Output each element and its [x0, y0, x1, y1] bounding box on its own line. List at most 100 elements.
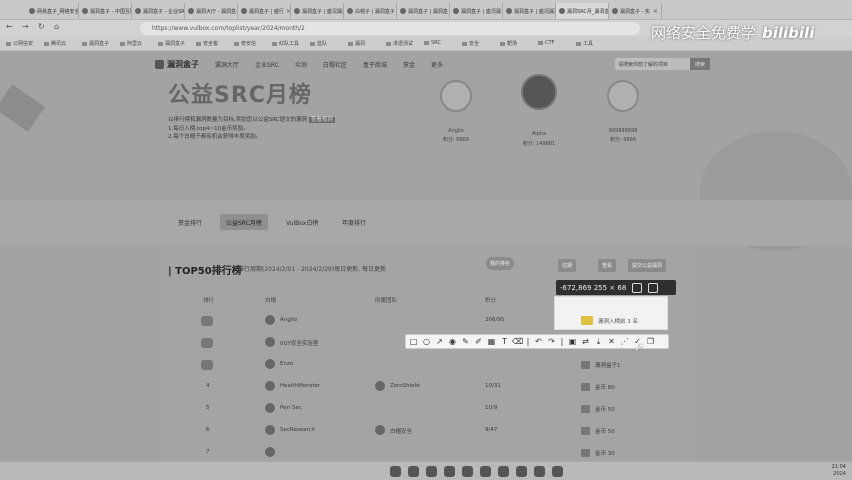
view-button[interactable]: 查看	[598, 259, 617, 272]
avatar[interactable]	[265, 447, 275, 457]
table-row[interactable]: 5 Peri Sec 10/9 金币 50	[195, 398, 685, 420]
text-app-icon[interactable]	[534, 466, 545, 477]
rank-2-avatar[interactable]	[440, 80, 472, 112]
bookmark-item[interactable]: 漏洞	[348, 40, 365, 47]
nav-item[interactable]: 众测	[295, 60, 307, 69]
app-icon[interactable]	[498, 466, 509, 477]
app-icon[interactable]	[480, 466, 491, 477]
tab-annual-rank[interactable]: 年度排行	[336, 214, 372, 230]
table-row[interactable]: 4 HealthMonster ZeroShield 10/31 金币 80	[195, 376, 685, 398]
marker-tool-icon[interactable]: ✐	[473, 336, 484, 347]
bookmark-item[interactable]: 奇安信	[234, 40, 256, 47]
reload-icon[interactable]: ↻	[38, 22, 45, 31]
nav-item[interactable]: 企业SRC	[255, 60, 279, 69]
browser-tab[interactable]: 漏洞盒子 | 盛况漏洞×	[503, 3, 556, 19]
start-icon[interactable]	[390, 466, 401, 477]
bookmark-item[interactable]: 腾讯云	[44, 40, 66, 47]
arrow-tool-icon[interactable]: ↗	[434, 336, 445, 347]
browser-tab[interactable]: 漏洞盒子 | 漏洞盒×	[397, 3, 450, 19]
my-rank-button[interactable]: 我的排名	[486, 257, 515, 270]
mosaic-tool-icon[interactable]: ▦	[486, 336, 497, 347]
hacker-name[interactable]: 0UY安全实验室	[280, 339, 318, 347]
bookmark-item[interactable]: 安全	[462, 40, 479, 47]
bookmark-item[interactable]: 靶场	[500, 40, 517, 47]
browser-tab[interactable]: 漏洞SRC月_漏洞盒×	[556, 3, 609, 19]
tab-vulbox-white[interactable]: VulBox白榜	[280, 214, 324, 230]
avatar[interactable]	[265, 425, 275, 435]
avatar[interactable]	[265, 337, 275, 347]
avatar[interactable]	[265, 403, 275, 413]
bookmark-item[interactable]: 漏洞盒子	[82, 40, 109, 47]
pen-tool-icon[interactable]: ✎	[460, 336, 471, 347]
bookmark-item[interactable]: SRC	[424, 40, 441, 46]
capture-selection[interactable]: 漏洞入榜前 3 名	[554, 296, 668, 330]
app-icon[interactable]	[552, 466, 563, 477]
hacker-name[interactable]: HealthMonster	[280, 383, 320, 389]
browser-tab[interactable]: 漏洞盒子 | 盛行 ×	[238, 3, 291, 19]
nav-item[interactable]: 更多	[431, 60, 443, 69]
system-clock[interactable]: 21:04 2024	[832, 464, 846, 478]
avatar[interactable]	[265, 381, 275, 391]
forward-icon[interactable]: →	[22, 22, 29, 31]
tab-bounty-rank[interactable]: 赏金排行	[172, 214, 208, 230]
avatar[interactable]	[265, 359, 275, 369]
ocr-icon[interactable]: ▣	[567, 336, 578, 347]
close-icon[interactable]: ✕	[606, 336, 617, 347]
site-logo[interactable]: 漏洞盒子	[155, 59, 199, 70]
bookmark-item[interactable]: 红队工具	[272, 40, 299, 47]
undo-icon[interactable]: ↶	[533, 336, 544, 347]
tab-public-src[interactable]: 公益SRC月榜	[220, 214, 268, 230]
redo-icon[interactable]: ↷	[546, 336, 557, 347]
bookmark-item[interactable]: 漏洞盒子	[158, 40, 185, 47]
bookmark-item[interactable]: 阿里云	[120, 40, 142, 47]
hacker-name[interactable]: Anglio	[280, 317, 297, 323]
browser-tab[interactable]: 白帽子 | 漏洞盒子×	[344, 3, 397, 19]
chat-icon[interactable]	[462, 466, 473, 477]
rect-tool-icon[interactable]: □	[408, 336, 419, 347]
bookmark-item[interactable]: 蓝队	[310, 40, 327, 47]
nav-item[interactable]: 盒子商城	[363, 60, 387, 69]
browser-tab[interactable]: 漏洞盒子 - 实 ×	[609, 3, 662, 19]
app-icon[interactable]	[516, 466, 527, 477]
nav-item[interactable]: 漏洞大厅	[215, 60, 239, 69]
site-search-button[interactable]: 搜索	[690, 58, 710, 70]
rank-1-avatar[interactable]	[521, 74, 557, 110]
browser-icon[interactable]	[444, 466, 455, 477]
nav-item[interactable]: 白帽社区	[323, 60, 347, 69]
tab-close-icon[interactable]: ×	[653, 8, 658, 15]
bookmark-item[interactable]: 渗透测试	[386, 40, 413, 47]
browser-tab[interactable]: 漏洞盒子 | 盛况漏洞×	[291, 3, 344, 19]
table-row[interactable]: Enzo 漏洞盒子1	[195, 354, 685, 376]
submit-vuln-button[interactable]: 提交公益漏洞	[628, 259, 667, 272]
back-icon[interactable]: ←	[6, 22, 13, 31]
bookmark-item[interactable]: 安全客	[196, 40, 218, 47]
save-icon[interactable]: ⤓	[593, 336, 604, 347]
copy-icon[interactable]: ❐	[645, 336, 656, 347]
hacker-name[interactable]: SecResearch	[280, 427, 315, 433]
rules-link[interactable]: 查看规则	[308, 117, 335, 123]
translate-icon[interactable]: ⇄	[580, 336, 591, 347]
hacker-name[interactable]: Peri Sec	[280, 405, 302, 411]
bookmark-item[interactable]: 公网信安	[6, 40, 33, 47]
bookmark-item[interactable]: CTF	[538, 40, 554, 46]
site-search-input[interactable]: 请搜索你想了解的项目	[615, 58, 690, 70]
bookmark-item[interactable]: 工具	[576, 40, 593, 47]
browser-tab[interactable]: 漏洞大厅 - 漏洞盒子×	[185, 3, 238, 19]
browser-tab[interactable]: 网易盒子_网络安全×	[26, 3, 79, 19]
nav-item[interactable]: 赏金	[403, 60, 415, 69]
rank-3-avatar[interactable]	[607, 80, 639, 112]
browser-tab[interactable]: 漏洞盒子 | 盛况漏×	[450, 3, 503, 19]
hacker-name[interactable]: Enzo	[280, 361, 293, 367]
ellipse-tool-icon[interactable]: ○	[421, 336, 432, 347]
text-tool-icon[interactable]: T	[499, 336, 510, 347]
url-input[interactable]: https://www.vulbox.com/toplist/year/2024…	[140, 22, 640, 35]
files-icon[interactable]	[426, 466, 437, 477]
browser-tab[interactable]: 漏洞盒子 - 企业SRC×	[132, 3, 185, 19]
browser-tab[interactable]: 漏洞盒子 - 中国互联×	[79, 3, 132, 19]
home-icon[interactable]: ⌂	[54, 22, 59, 31]
table-row[interactable]: 6 SecResearch 白帽安全 9/47 金币 50	[195, 420, 685, 442]
share-icon[interactable]: ⋰	[619, 336, 630, 347]
eraser-tool-icon[interactable]: ⌫	[512, 336, 523, 347]
circle-number-icon[interactable]: ◉	[447, 336, 458, 347]
fullscreen-icon[interactable]	[648, 282, 659, 293]
